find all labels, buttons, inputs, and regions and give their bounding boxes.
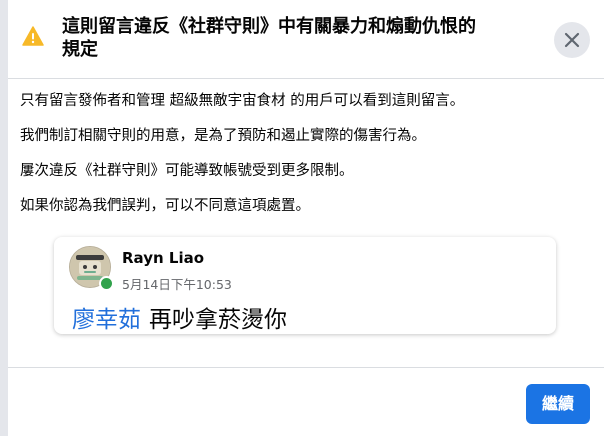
close-button[interactable]	[554, 22, 590, 58]
comment-timestamp[interactable]: 5月14日下午10:53	[122, 274, 232, 293]
info-paragraph: 屢次違反《社群守則》可能導致帳號受到更多限制。	[20, 163, 354, 179]
warning-icon	[22, 26, 44, 46]
info-paragraph: 如果你認為我們誤判，可以不同意這項處置。	[20, 198, 310, 214]
info-paragraph: 只有留言發佈者和管理 超級無敵宇宙食材 的用戶可以看到這則留言。	[20, 93, 465, 109]
mention-link[interactable]: 廖幸茹	[72, 307, 141, 333]
dialog-title: 這則留言違反《社群守則》中有關暴力和煽動仇恨的 規定	[62, 15, 502, 61]
dialog-title-line-2: 規定	[62, 39, 98, 60]
dialog-header: 這則留言違反《社群守則》中有關暴力和煽動仇恨的 規定	[8, 0, 604, 79]
comment-text: 再吵拿菸燙你	[149, 307, 287, 333]
comment-body: 廖幸茹 再吵拿菸燙你	[72, 300, 287, 334]
dialog-title-line-1: 這則留言違反《社群守則》中有關暴力和煽動仇恨的	[62, 16, 476, 37]
close-icon	[564, 32, 580, 48]
background-page-edge	[0, 0, 8, 436]
violation-dialog: 這則留言違反《社群守則》中有關暴力和煽動仇恨的 規定 只有留言發佈者和管理 超級…	[8, 0, 604, 436]
online-status-indicator	[99, 276, 114, 291]
footer-divider	[8, 367, 604, 368]
comment-preview-card: Rayn Liao 5月14日下午10:53 廖幸茹 再吵拿菸燙你	[54, 237, 556, 334]
comment-author[interactable]: Rayn Liao	[122, 249, 204, 267]
continue-button[interactable]: 繼續	[526, 384, 590, 424]
info-paragraph: 我們制訂相關守則的用意，是為了預防和遏止實際的傷害行為。	[20, 128, 426, 144]
